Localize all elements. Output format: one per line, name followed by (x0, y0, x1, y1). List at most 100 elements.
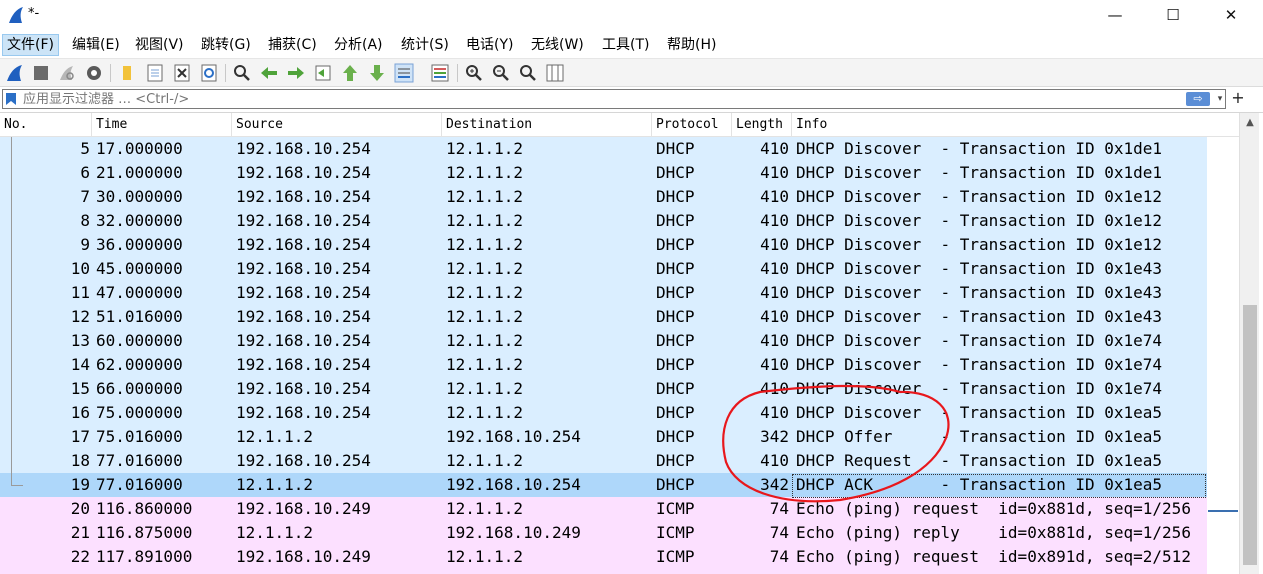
table-row[interactable]: 14 62.000000 192.168.10.254 12.1.1.2 DHCP 410… (0, 353, 1207, 377)
column-header-info[interactable]: Info (792, 113, 1240, 137)
cell-info: Echo (ping) request id=0x881d, seq=1/256 (796, 499, 1191, 518)
go-to-packet-icon[interactable] (313, 63, 333, 83)
column-header-protocol[interactable]: Protocol (652, 113, 732, 137)
zoom-out-icon[interactable] (491, 63, 511, 83)
cell-no: 22 (70, 547, 90, 566)
table-row[interactable]: 5 17.000000 192.168.10.254 12.1.1.2 DHCP 410 D… (0, 137, 1207, 161)
maximize-button[interactable]: ☐ (1144, 0, 1202, 31)
autoscroll-icon[interactable] (394, 63, 414, 83)
table-row[interactable]: 22 117.891000 192.168.10.249 12.1.1.2 ICMP 74… (0, 545, 1207, 569)
go-last-icon[interactable] (367, 63, 387, 83)
menu-help[interactable]: 帮助(H) (663, 34, 720, 56)
table-row[interactable]: 15 66.000000 192.168.10.254 12.1.1.2 DHCP 410… (0, 377, 1207, 401)
cell-length: 74 (769, 523, 789, 542)
cell-time: 116.860000 (96, 499, 193, 518)
minimap-selection-marker (1208, 510, 1238, 512)
cell-info: DHCP Discover - Transaction ID 0x1e43 (796, 283, 1163, 302)
cell-protocol: ICMP (656, 523, 695, 542)
options-gear-icon[interactable] (84, 63, 104, 83)
cell-info: DHCP Discover - Transaction ID 0x1e74 (796, 379, 1163, 398)
shark-fin-start-icon[interactable] (5, 63, 25, 83)
cell-length: 410 (760, 331, 789, 350)
cell-protocol (656, 569, 731, 574)
table-row[interactable]: 11 47.000000 192.168.10.254 12.1.1.2 DHCP 410… (0, 281, 1207, 305)
table-row[interactable]: 18 77.016000 192.168.10.254 12.1.1.2 DHCP 410… (0, 449, 1207, 473)
title-bar: *- — ☐ ✕ (0, 0, 1263, 31)
reload-icon[interactable] (199, 63, 219, 83)
cell-destination: 192.168.10.254 (446, 427, 581, 446)
column-header-source[interactable]: Source (232, 113, 442, 137)
table-row[interactable]: 21 116.875000 12.1.1.2 192.168.10.249 ICMP 74… (0, 521, 1207, 545)
main-toolbar (0, 58, 1263, 87)
table-row[interactable]: 20 116.860000 192.168.10.249 12.1.1.2 ICMP 74… (0, 497, 1207, 521)
column-header-no[interactable]: No. (0, 113, 92, 137)
menu-telephony[interactable]: 电话(Y) (462, 34, 517, 56)
menu-go[interactable]: 跳转(G) (197, 34, 255, 56)
cell-protocol: DHCP (656, 427, 695, 446)
minimize-button[interactable]: — (1086, 0, 1144, 31)
apply-filter-button[interactable]: ⇨ (1186, 92, 1210, 106)
cell-protocol: DHCP (656, 403, 695, 422)
zoom-in-icon[interactable] (464, 63, 484, 83)
cell-no: 11 (70, 283, 90, 302)
table-row[interactable]: 8 32.000000 192.168.10.254 12.1.1.2 DHCP 410 D… (0, 209, 1207, 233)
menu-statistics[interactable]: 统计(S) (397, 34, 453, 56)
menu-file[interactable]: 文件(F) (2, 34, 59, 56)
column-header-time[interactable]: Time (92, 113, 232, 137)
table-row[interactable]: 7 30.000000 192.168.10.254 12.1.1.2 DHCP 410 D… (0, 185, 1207, 209)
cell-length: 410 (760, 235, 789, 254)
cell-time: 77.016000 (96, 475, 183, 494)
zoom-normal-icon[interactable] (518, 63, 538, 83)
table-row[interactable]: 6 21.000000 192.168.10.254 12.1.1.2 DHCP 410 D… (0, 161, 1207, 185)
cell-protocol: DHCP (656, 211, 695, 230)
cell-source (236, 569, 441, 574)
menu-edit[interactable]: 编辑(E) (68, 34, 124, 56)
menu-capture[interactable]: 捕获(C) (264, 34, 321, 56)
table-row[interactable]: 13 60.000000 192.168.10.254 12.1.1.2 DHCP 410… (0, 329, 1207, 353)
menu-tools[interactable]: 工具(T) (598, 34, 653, 56)
column-header-destination[interactable]: Destination (442, 113, 652, 137)
cell-destination: 12.1.1.2 (446, 403, 524, 422)
cell-no: 20 (70, 499, 90, 518)
table-row[interactable]: 9 36.000000 192.168.10.254 12.1.1.2 DHCP 410 D… (0, 233, 1207, 257)
table-row[interactable]: 19 77.016000 12.1.1.2 192.168.10.254 DHCP 342… (0, 473, 1207, 497)
resize-columns-icon[interactable] (545, 63, 565, 83)
cell-info: DHCP Discover - Transaction ID 0x1e74 (796, 331, 1163, 350)
packet-minimap[interactable] (1207, 137, 1239, 574)
restart-icon[interactable] (57, 63, 77, 83)
go-first-icon[interactable] (340, 63, 360, 83)
stop-icon[interactable] (31, 63, 51, 83)
close-file-icon[interactable] (172, 63, 192, 83)
menu-view[interactable]: 视图(V) (131, 34, 188, 56)
menu-analyze[interactable]: 分析(A) (330, 34, 387, 56)
table-row[interactable]: 10 45.000000 192.168.10.254 12.1.1.2 DHCP 410… (0, 257, 1207, 281)
colorize-icon[interactable] (430, 63, 450, 83)
cell-length: 410 (760, 139, 789, 158)
column-header-length[interactable]: Length (732, 113, 792, 137)
save-file-icon[interactable] (145, 63, 165, 83)
cell-source: 192.168.10.254 (236, 403, 371, 422)
cell-info: DHCP Discover - Transaction ID 0x1e74 (796, 355, 1163, 374)
table-row[interactable]: 12 51.016000 192.168.10.254 12.1.1.2 DHCP 410… (0, 305, 1207, 329)
scroll-up-icon[interactable]: ▲ (1240, 113, 1260, 133)
find-icon[interactable] (232, 63, 252, 83)
table-row[interactable]: 17 75.016000 12.1.1.2 192.168.10.254 DHCP 342… (0, 425, 1207, 449)
cell-destination: 12.1.1.2 (446, 235, 524, 254)
vertical-scrollbar[interactable]: ▲ (1239, 113, 1259, 574)
cell-time: 60.000000 (96, 331, 183, 350)
go-back-icon[interactable] (259, 63, 279, 83)
display-filter-input[interactable] (23, 90, 1173, 108)
bookmark-icon[interactable] (5, 92, 17, 106)
menu-wireless[interactable]: 无线(W) (527, 34, 588, 56)
cell-destination: 12.1.1.2 (446, 163, 524, 182)
close-button[interactable]: ✕ (1202, 0, 1260, 31)
table-row[interactable]: 16 75.000000 192.168.10.254 12.1.1.2 DHCP 410… (0, 401, 1207, 425)
column-header-row: No. Time Source Destination Protocol Len… (0, 113, 1240, 137)
table-row[interactable]: Echo (ping) reply id=0x891d, seq=2/512 (0, 569, 1207, 574)
open-file-icon[interactable] (117, 63, 137, 83)
go-forward-icon[interactable] (286, 63, 306, 83)
filter-dropdown-button[interactable]: ▾ (1214, 90, 1226, 108)
scrollbar-thumb[interactable] (1243, 305, 1257, 565)
cell-info: Echo (ping) reply id=0x891d, seq=2/512 (796, 569, 1207, 574)
add-filter-button[interactable]: + (1231, 88, 1245, 108)
